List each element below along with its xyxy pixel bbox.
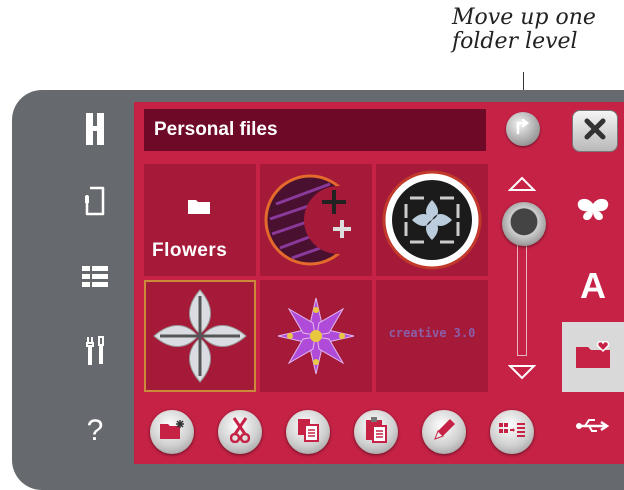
- view-toggle-button[interactable]: [490, 410, 534, 454]
- help-icon: ?: [86, 414, 104, 447]
- design-item-circle-frame[interactable]: [376, 164, 488, 276]
- design-item-moon[interactable]: [260, 164, 372, 276]
- design-item-flower[interactable]: [260, 280, 372, 392]
- close-icon: [584, 118, 606, 145]
- letter-a-icon: A: [580, 265, 606, 306]
- scroll-track[interactable]: [517, 230, 527, 356]
- page-title: Personal files: [144, 109, 486, 151]
- h-logo-icon: [85, 112, 105, 151]
- text-design-thumbnail: creative 3.0: [388, 326, 476, 340]
- tools-icon: [83, 335, 107, 372]
- tools-button[interactable]: [60, 331, 130, 375]
- up-folder-icon: [514, 118, 532, 140]
- callout-annotation: Move up one folder level: [452, 6, 622, 54]
- moon-design-thumbnail: [260, 174, 372, 280]
- tab-personal-files[interactable]: [562, 322, 624, 392]
- copy-button[interactable]: [286, 410, 330, 454]
- copy-icon: [297, 418, 319, 447]
- flower-design-thumbnail: [260, 297, 372, 396]
- folder-icon: [188, 198, 210, 219]
- circle-frame-design-thumbnail: [376, 170, 488, 280]
- tab-designs[interactable]: [562, 184, 624, 240]
- device-button[interactable]: [60, 181, 130, 225]
- tab-usb[interactable]: [562, 398, 624, 458]
- scroll-knob[interactable]: [502, 202, 546, 246]
- cut-icon: [229, 416, 251, 448]
- bottom-toolbar: [150, 410, 550, 456]
- rename-button[interactable]: [422, 410, 466, 454]
- menu-list-button[interactable]: [60, 257, 130, 301]
- folder-heart-icon: [574, 340, 612, 374]
- close-button[interactable]: [572, 110, 618, 152]
- folder-item-flowers[interactable]: Flowers: [144, 164, 256, 276]
- right-tabs: A: [562, 102, 624, 464]
- scroll-bar[interactable]: [498, 168, 548, 388]
- folder-label: Flowers: [152, 240, 228, 261]
- callout-line-1: Move up one: [452, 5, 596, 30]
- paste-button[interactable]: [354, 410, 398, 454]
- up-folder-button[interactable]: [506, 112, 540, 146]
- scroll-up-icon[interactable]: [507, 176, 537, 197]
- design-item-four-petal[interactable]: [144, 280, 256, 392]
- tab-fonts[interactable]: A: [562, 254, 624, 318]
- scroll-down-icon[interactable]: [507, 364, 537, 385]
- rename-icon: [432, 418, 456, 447]
- paste-icon: [365, 416, 387, 448]
- h-logo-button[interactable]: [60, 109, 130, 153]
- file-grid: Flowers creative 3.0: [144, 164, 490, 392]
- view-toggle-icon: [498, 421, 526, 444]
- cut-button[interactable]: [218, 410, 262, 454]
- callout-line-2: folder level: [452, 29, 578, 54]
- new-folder-button[interactable]: [150, 410, 194, 454]
- left-toolbar: ?: [60, 103, 134, 460]
- help-button[interactable]: ?: [60, 409, 130, 453]
- usb-icon: [575, 417, 611, 440]
- four-petal-design-thumbnail: [146, 289, 254, 394]
- new-folder-icon: [159, 419, 185, 445]
- design-item-text[interactable]: creative 3.0: [376, 280, 488, 392]
- butterfly-icon: [576, 198, 610, 227]
- device-icon: [84, 186, 106, 221]
- menu-list-icon: [82, 265, 108, 293]
